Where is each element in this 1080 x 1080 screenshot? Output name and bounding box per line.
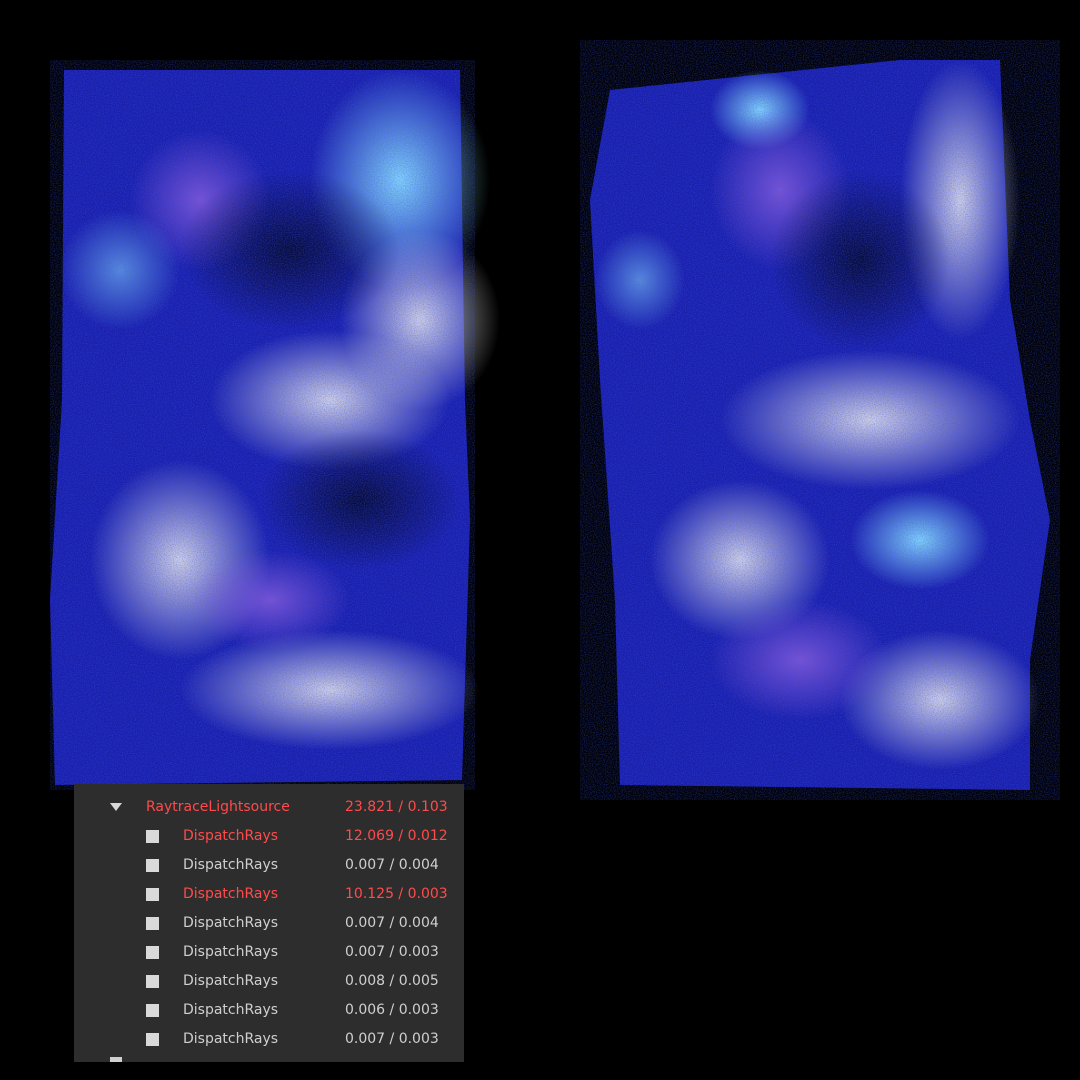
row-label: DispatchRays [183, 944, 279, 960]
checkbox-icon[interactable] [146, 1033, 159, 1046]
checkbox-icon[interactable] [146, 888, 159, 901]
row-label: RaytraceLightsource [146, 799, 290, 815]
row-label: DispatchRays [183, 973, 279, 989]
profiler-row-dispatchrays[interactable]: DispatchRays 0.007 / 0.003 [74, 939, 464, 968]
row-value: 0.007 / 0.004 [345, 915, 439, 931]
fur-block-left [50, 60, 500, 790]
row-label: DispatchRays [183, 828, 279, 844]
row-label: DispatchRays [183, 857, 279, 873]
checkbox-icon[interactable] [146, 946, 159, 959]
row-value: 0.007 / 0.003 [345, 1031, 439, 1047]
row-label: DispatchRays [183, 1031, 279, 1047]
checkbox-icon[interactable] [146, 1004, 159, 1017]
row-value: 12.069 / 0.012 [345, 828, 448, 844]
profiler-row-dispatchrays[interactable]: DispatchRays 10.125 / 0.003 [74, 881, 464, 910]
row-value: 10.125 / 0.003 [345, 886, 448, 902]
profiler-row-dispatchrays[interactable]: DispatchRays 0.007 / 0.004 [74, 910, 464, 939]
row-label: DispatchRays [183, 1002, 279, 1018]
clipped-row-marker [110, 1057, 122, 1062]
row-value: 23.821 / 0.103 [345, 799, 448, 815]
checkbox-icon[interactable] [146, 917, 159, 930]
profiler-row-dispatchrays[interactable]: DispatchRays 0.006 / 0.003 [74, 997, 464, 1026]
profiler-row-dispatchrays[interactable]: DispatchRays 0.008 / 0.005 [74, 968, 464, 997]
profiler-row-dispatchrays[interactable]: DispatchRays 0.007 / 0.003 [74, 1026, 464, 1055]
profiler-row-dispatchrays[interactable]: DispatchRays 0.007 / 0.004 [74, 852, 464, 881]
row-value: 0.006 / 0.003 [345, 1002, 439, 1018]
row-value: 0.008 / 0.005 [345, 973, 439, 989]
row-value: 0.007 / 0.004 [345, 857, 439, 873]
row-value: 0.007 / 0.003 [345, 944, 439, 960]
checkbox-icon[interactable] [146, 859, 159, 872]
row-label: DispatchRays [183, 915, 279, 931]
profiler-row-parent[interactable]: RaytraceLightsource 23.821 / 0.103 [74, 794, 464, 823]
gpu-profiler-panel: ▔▔▔▔▔▔▔▔▔▔▔▔▔▔▔▔ RaytraceLightsource 23.… [74, 784, 464, 1062]
expand-triangle-icon[interactable] [110, 803, 122, 811]
fur-block-right [580, 40, 1060, 800]
clipped-row: ▔▔▔▔▔▔▔▔▔▔▔▔▔▔▔▔ [134, 784, 314, 792]
row-label: DispatchRays [183, 886, 279, 902]
checkbox-icon[interactable] [146, 830, 159, 843]
profiler-row-dispatchrays[interactable]: DispatchRays 12.069 / 0.012 [74, 823, 464, 852]
checkbox-icon[interactable] [146, 975, 159, 988]
